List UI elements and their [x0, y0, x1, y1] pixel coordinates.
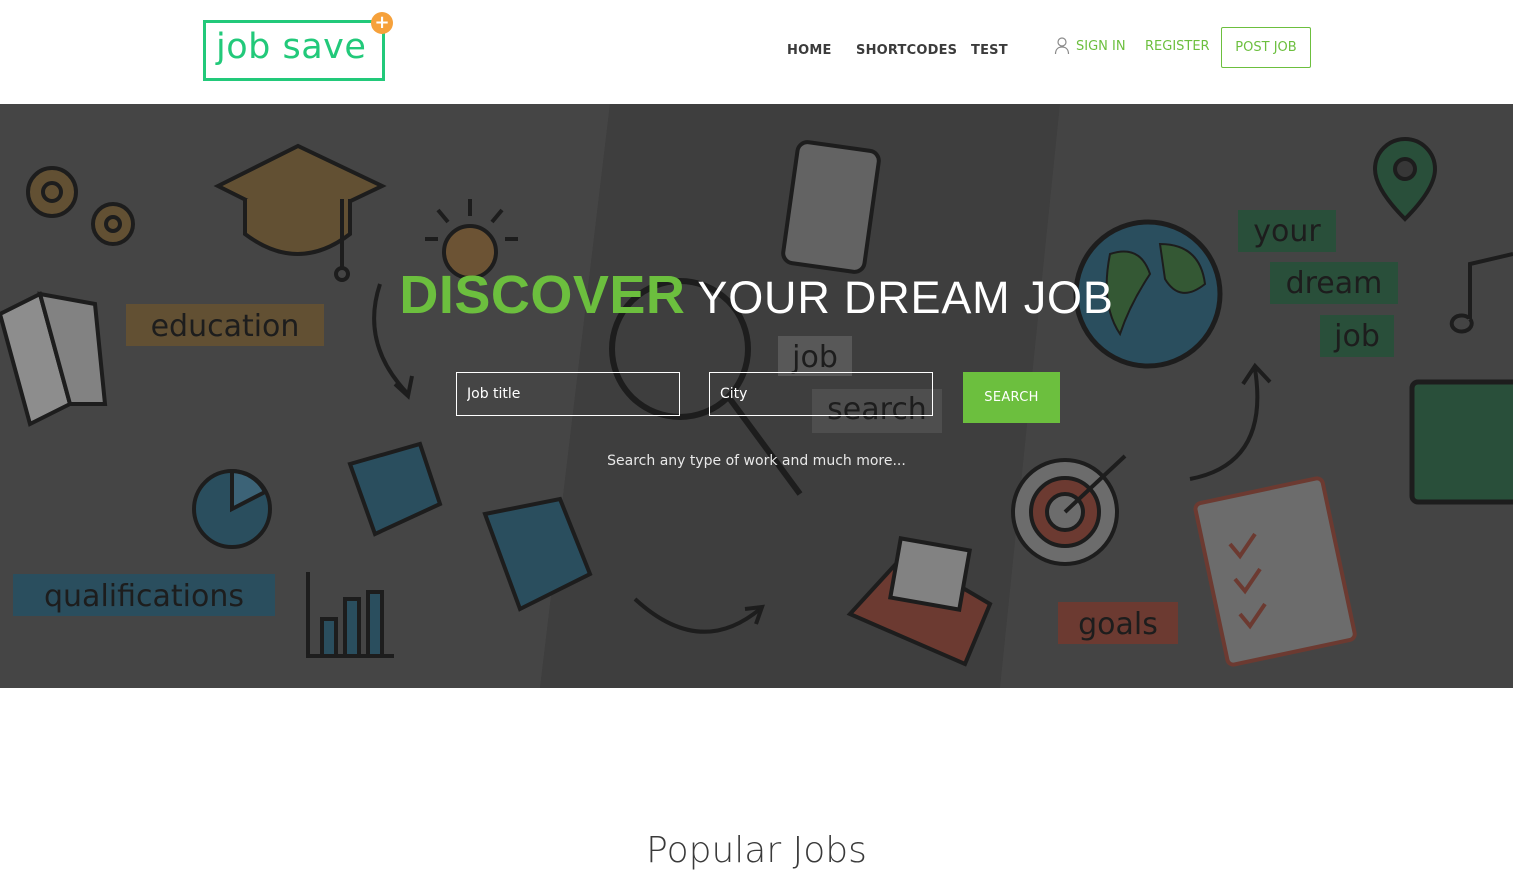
nav-home[interactable]: HOME: [787, 43, 832, 58]
hero-title-accent: DISCOVER: [399, 265, 686, 325]
popular-jobs-heading: Popular Jobs: [646, 830, 867, 871]
site-header: job save + HOME SHORTCODES TEST SIGN IN …: [0, 0, 1513, 104]
hero-subtitle: Search any type of work and much more...: [607, 453, 906, 469]
job-title-input[interactable]: [456, 372, 680, 416]
site-logo[interactable]: job save: [203, 20, 385, 81]
nav-test[interactable]: TEST: [971, 43, 1008, 58]
hero-title-rest: YOUR DREAM JOB: [697, 272, 1114, 323]
search-button[interactable]: SEARCH: [963, 372, 1060, 423]
user-icon: [1054, 37, 1070, 55]
plus-icon: +: [371, 12, 393, 34]
post-job-button[interactable]: POST JOB: [1221, 27, 1311, 68]
hero-title: DISCOVER YOUR DREAM JOB: [0, 264, 1513, 326]
sign-in-link[interactable]: SIGN IN: [1076, 39, 1126, 54]
logo-text: job save: [216, 27, 367, 67]
nav-shortcodes[interactable]: SHORTCODES: [856, 43, 957, 58]
city-input[interactable]: [709, 372, 933, 416]
hero-banner: education qualifications job search your…: [0, 104, 1513, 688]
register-link[interactable]: REGISTER: [1145, 39, 1210, 54]
